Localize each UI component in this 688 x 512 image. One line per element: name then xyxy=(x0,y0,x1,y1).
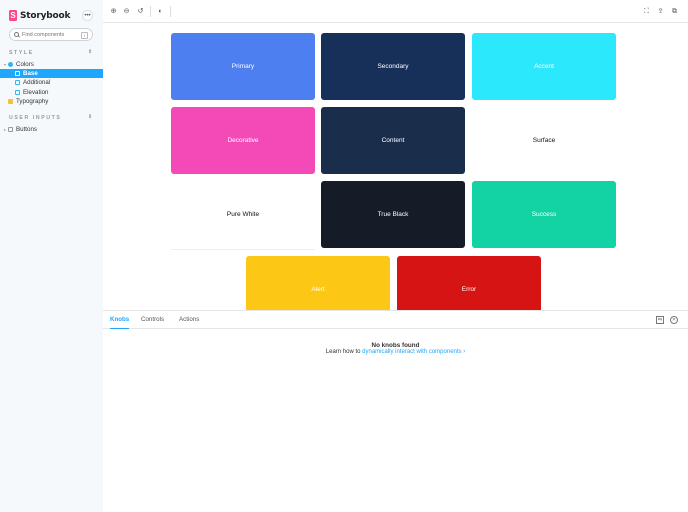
swatch-label: Pure White xyxy=(226,211,260,218)
search-shortcut-key: / xyxy=(81,32,88,39)
sidebar-item-label: Colors xyxy=(16,61,34,68)
color-swatch: Content xyxy=(321,107,465,174)
sidebar-item-label: Buttons xyxy=(16,126,37,133)
search-box[interactable]: / xyxy=(9,28,93,41)
story-icon xyxy=(15,90,20,95)
swatch-divider xyxy=(171,249,315,250)
sidebar-item-colors[interactable]: ▾ Colors xyxy=(0,60,103,69)
expand-collapse-icon[interactable]: ⇕ xyxy=(88,114,92,120)
preview-canvas: Primary Secondary Accent Decorative Cont… xyxy=(103,23,688,310)
toolbar-divider xyxy=(150,6,151,17)
sidebar-item-elevation[interactable]: Elevation xyxy=(0,88,103,97)
sidebar-item-label: Elevation xyxy=(23,89,49,96)
addons-tabs: Knobs Controls Actions ⇆ ✕ xyxy=(103,311,688,329)
toolbar-divider xyxy=(170,6,171,17)
toolbar: ⊕ ⊖ ↺ ◐ ⛶ ⇪ ⧉ xyxy=(103,0,688,23)
folder-icon xyxy=(8,99,13,104)
sidebar-item-buttons[interactable]: ▸ Buttons xyxy=(0,125,103,134)
section-header-style: STYLE ⇕ xyxy=(9,49,92,56)
color-swatch: True Black xyxy=(321,181,465,248)
swatch-label: Accent xyxy=(534,63,554,70)
swatch-label: Primary xyxy=(231,63,255,70)
section-title: USER INPUTS xyxy=(9,115,62,121)
swatch-label: Success xyxy=(531,211,557,218)
empty-state-title: No knobs found xyxy=(371,342,420,349)
empty-state-message: Learn how to dynamically interact with c… xyxy=(103,349,688,355)
sidebar-item-base[interactable]: Base xyxy=(0,69,103,78)
swatch-label: Error xyxy=(461,286,477,293)
fullscreen-icon[interactable]: ⛶ xyxy=(642,7,651,16)
tab-knobs[interactable]: Knobs xyxy=(110,311,130,329)
sidebar-item-label: Base xyxy=(23,70,38,77)
search-input[interactable] xyxy=(22,31,80,38)
docs-link[interactable]: dynamically interact with components xyxy=(362,349,461,355)
search-icon xyxy=(14,32,19,37)
swatch-label: Surface xyxy=(532,137,556,144)
component-icon xyxy=(8,127,13,132)
copy-link-icon[interactable]: ⧉ xyxy=(670,7,679,16)
swatch-label: Decorative xyxy=(227,137,259,144)
swatch-label: Secondary xyxy=(377,63,409,70)
expand-collapse-icon[interactable]: ⇕ xyxy=(88,49,92,55)
section-title: STYLE xyxy=(9,50,34,56)
swatch-label: Content xyxy=(381,137,405,144)
storybook-logo-icon: S xyxy=(9,10,17,21)
sidebar-item-label: Typography xyxy=(16,98,49,105)
section-header-user-inputs: USER INPUTS ⇕ xyxy=(9,114,92,121)
color-swatch: Alert xyxy=(246,256,390,310)
color-swatch: Success xyxy=(472,181,616,248)
color-swatch: Decorative xyxy=(171,107,315,174)
component-icon xyxy=(8,62,13,67)
story-icon xyxy=(15,80,20,85)
swatch-label: Alert xyxy=(311,286,325,293)
color-swatch: Primary xyxy=(171,33,315,100)
background-contrast-icon[interactable]: ◐ xyxy=(156,7,165,16)
zoom-in-icon[interactable]: ⊕ xyxy=(109,7,118,16)
close-panel-icon[interactable]: ✕ xyxy=(670,316,678,324)
zoom-reset-icon[interactable]: ↺ xyxy=(136,7,145,16)
sidebar: S Storybook ••• / STYLE ⇕ ▾ Colors Base … xyxy=(0,0,103,512)
zoom-out-icon[interactable]: ⊖ xyxy=(122,7,131,16)
brand-title: Storybook xyxy=(20,10,71,21)
panel-orientation-icon[interactable]: ⇆ xyxy=(656,316,664,324)
addons-panel: Knobs Controls Actions ⇆ ✕ No knobs foun… xyxy=(103,310,688,512)
color-swatch: Error xyxy=(397,256,541,310)
color-swatch: Accent xyxy=(472,33,616,100)
chevron-right-icon: › xyxy=(463,349,466,355)
share-icon[interactable]: ⇪ xyxy=(656,7,665,16)
more-menu-button[interactable]: ••• xyxy=(82,10,93,21)
color-swatch: Surface xyxy=(472,107,616,174)
empty-state-prefix: Learn how to xyxy=(325,349,361,355)
swatch-label: True Black xyxy=(377,211,409,218)
sidebar-item-typography[interactable]: Typography xyxy=(0,97,103,106)
sidebar-item-label: Additional xyxy=(23,79,51,86)
tab-controls[interactable]: Controls xyxy=(141,311,164,329)
tab-actions[interactable]: Actions xyxy=(179,311,199,329)
color-swatch: Pure White xyxy=(171,181,315,248)
color-swatch: Secondary xyxy=(321,33,465,100)
brand[interactable]: S Storybook xyxy=(9,10,70,21)
story-icon xyxy=(15,71,20,76)
sidebar-item-additional[interactable]: Additional xyxy=(0,78,103,87)
